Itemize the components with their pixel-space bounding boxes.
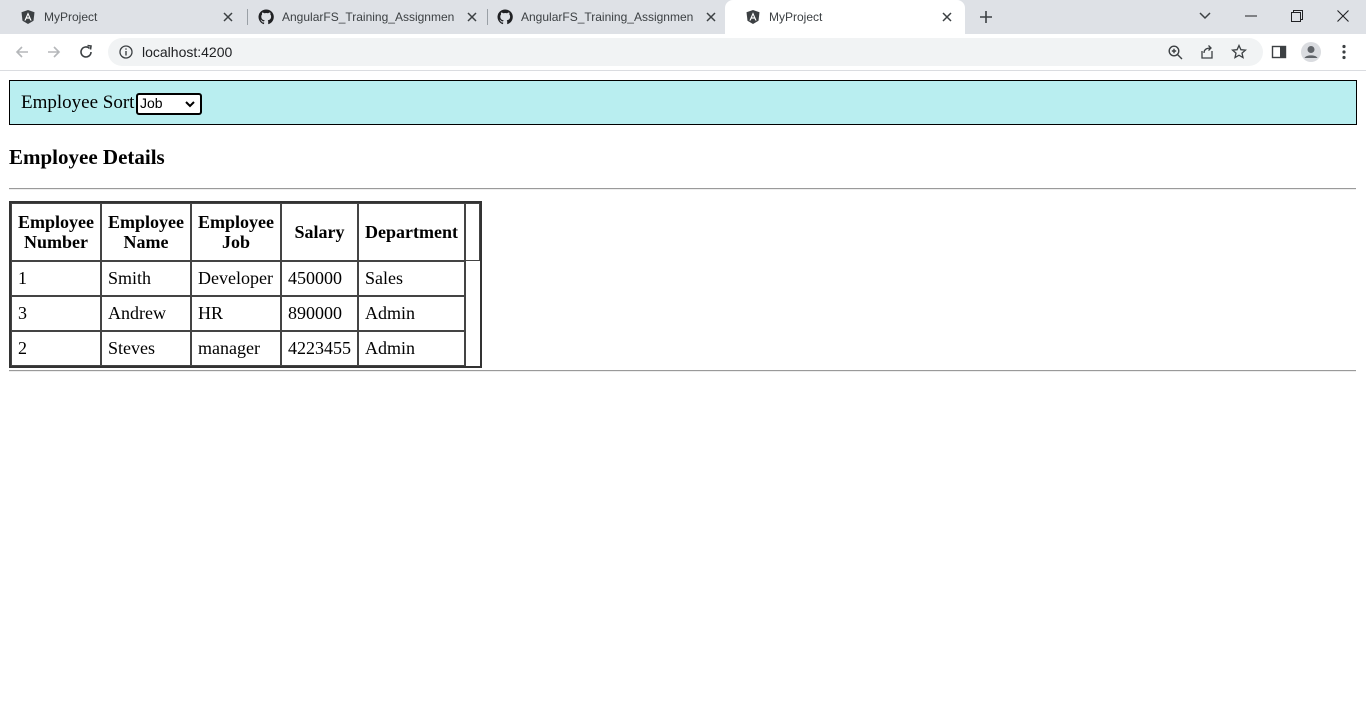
tab-github-1[interactable]: AngularFS_Training_Assignments [238,0,486,34]
empty-cell [464,331,480,366]
cell-employee-name: Steves [101,331,191,366]
cell-department: Admin [358,296,465,331]
tab-myproject-active[interactable]: MyProject [725,0,965,34]
browser-toolbar: localhost:4200 [0,34,1366,71]
column-header-employee-name[interactable]: Employee Name [101,203,191,261]
column-header-salary[interactable]: Salary [281,203,358,261]
github-icon [497,9,513,25]
close-window-icon[interactable] [1330,4,1356,28]
chevron-down-icon [185,101,195,108]
table-row: 2 Steves manager 4223455 Admin [11,331,480,366]
tab-title: AngularFS_Training_Assignments [282,10,454,24]
bookmark-star-icon[interactable] [1231,44,1247,60]
tab-search-chevron-down-icon[interactable] [1192,4,1218,28]
cell-employee-job: manager [191,331,281,366]
table-row: 3 Andrew HR 890000 Admin [11,296,480,331]
new-tab-button[interactable] [976,7,996,27]
close-icon[interactable] [939,9,955,25]
forward-arrow-icon[interactable] [43,41,65,63]
restore-icon[interactable] [1284,4,1310,28]
cell-employee-number: 3 [11,296,101,331]
cell-department: Sales [358,261,465,296]
profile-avatar-icon[interactable] [1300,41,1322,63]
back-arrow-icon[interactable] [11,41,33,63]
tab-myproject-1[interactable]: MyProject [0,0,246,34]
cell-employee-number: 2 [11,331,101,366]
page-title: Employee Details [9,145,165,169]
menu-kebab-icon[interactable] [1333,41,1355,63]
github-icon [258,9,274,25]
cell-employee-job: Developer [191,261,281,296]
table-row: 1 Smith Developer 450000 Sales [11,261,480,296]
cell-salary: 4223455 [281,331,358,366]
reload-icon[interactable] [75,41,97,63]
column-header-department[interactable]: Department [358,203,465,261]
cell-employee-job: HR [191,296,281,331]
url-text: localhost:4200 [142,44,233,60]
tab-title: MyProject [44,10,98,24]
tab-title: AngularFS_Training_Assignments [521,10,693,24]
column-header-employee-number[interactable]: Employee Number [11,203,101,261]
cell-salary: 450000 [281,261,358,296]
employee-sort-label: Employee Sort: [21,92,140,113]
employee-sort-select[interactable]: Job [136,93,202,115]
cell-employee-name: Andrew [101,296,191,331]
table-header-row: Employee Number Employee Name Employee Job … [11,203,480,261]
tab-title: MyProject [769,10,823,24]
cell-employee-name: Smith [101,261,191,296]
divider-top [9,188,1356,190]
page-content: Employee Sort: Job Employee Details Empl… [0,71,1366,728]
empty-extra-column [464,203,480,261]
tab-github-2[interactable]: AngularFS_Training_Assignments [477,0,725,34]
empty-cell [464,296,480,331]
cell-salary: 890000 [281,296,358,331]
divider-bottom [9,370,1356,372]
share-icon[interactable] [1199,44,1215,60]
close-icon[interactable] [703,9,719,25]
close-icon[interactable] [220,9,236,25]
side-panel-icon[interactable] [1268,41,1290,63]
zoom-icon[interactable] [1167,44,1183,60]
tab-strip: MyProject AngularFS_Training_Assignments… [0,0,1366,34]
address-bar[interactable]: localhost:4200 [108,38,1263,66]
column-header-employee-job[interactable]: Employee Job [191,203,281,261]
cell-employee-number: 1 [11,261,101,296]
cell-department: Admin [358,331,465,366]
employee-sort-bar: Employee Sort: Job [9,80,1357,125]
angular-icon [20,9,36,25]
angular-icon [745,9,761,25]
minimize-icon[interactable] [1238,4,1264,28]
site-info-icon[interactable] [118,44,134,60]
empty-cell [464,261,480,296]
employee-table: Employee Number Employee Name Employee Job … [9,201,482,368]
employee-sort-selected: Job [140,95,163,111]
